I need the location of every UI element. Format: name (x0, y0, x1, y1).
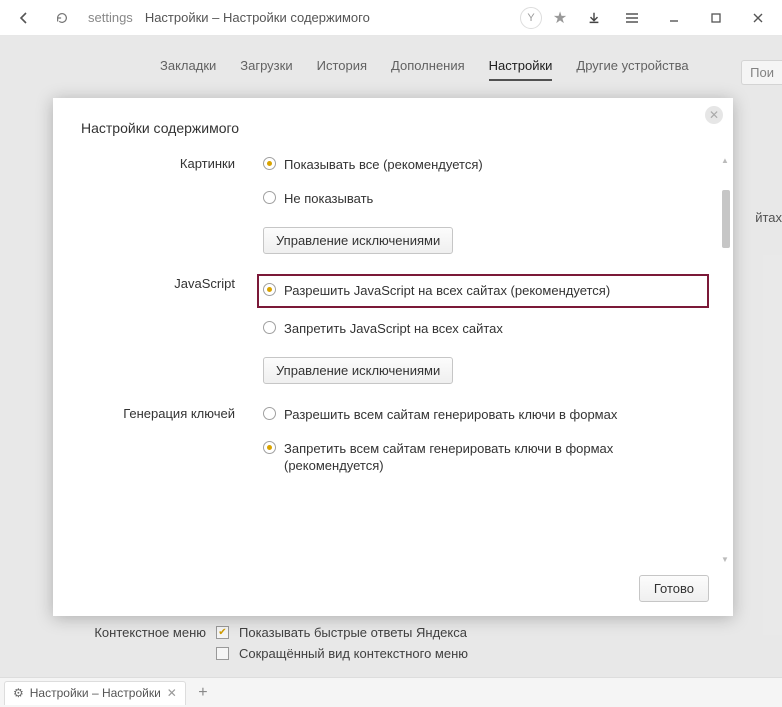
images-manage-exceptions-button[interactable]: Управление исключениями (263, 227, 453, 254)
section-images: Картинки Показывать все (рекомендуется) … (53, 154, 709, 254)
browser-titlebar: settings Настройки – Настройки содержимо… (0, 0, 782, 36)
menu-button[interactable] (612, 4, 652, 32)
tab-close-icon[interactable]: ✕ (167, 686, 177, 700)
radio-keygen-allow[interactable]: Разрешить всем сайтам генерировать ключи… (263, 404, 709, 426)
modal-footer: Готово (53, 565, 733, 616)
radio-icon (263, 407, 276, 420)
browser-tabstrip: ⚙ Настройки – Настройки ✕ + (0, 677, 782, 707)
radio-images-show-all[interactable]: Показывать все (рекомендуется) (263, 154, 709, 176)
radio-icon (263, 321, 276, 334)
scroll-up-icon[interactable]: ▲ (719, 154, 731, 166)
radio-js-allow[interactable]: Разрешить JavaScript на всех сайтах (рек… (263, 280, 701, 302)
browser-tab-title: Настройки – Настройки (30, 686, 161, 700)
section-keygen: Генерация ключей Разрешить всем сайтам г… (53, 404, 709, 489)
gear-icon: ⚙ (13, 686, 24, 700)
modal-close-button[interactable]: ✕ (705, 106, 723, 124)
url-prefix: settings (88, 10, 133, 25)
content-settings-modal: ✕ Настройки содержимого Картинки Показыв… (53, 98, 733, 616)
section-javascript: JavaScript Разрешить JavaScript на всех … (53, 274, 709, 384)
reload-button[interactable] (46, 4, 78, 32)
done-button[interactable]: Готово (639, 575, 709, 602)
highlighted-option: Разрешить JavaScript на всех сайтах (рек… (257, 274, 709, 308)
radio-icon (263, 191, 276, 204)
radio-icon (263, 283, 276, 296)
js-manage-exceptions-button[interactable]: Управление исключениями (263, 357, 453, 384)
section-javascript-label: JavaScript (53, 274, 263, 384)
browser-tab-active[interactable]: ⚙ Настройки – Настройки ✕ (4, 681, 186, 705)
radio-js-block[interactable]: Запретить JavaScript на всех сайтах (263, 318, 709, 340)
scroll-down-icon[interactable]: ▼ (719, 553, 731, 565)
downloads-button[interactable] (578, 4, 610, 32)
bookmark-star-icon[interactable]: ★ (544, 4, 576, 32)
modal-scrollbar[interactable]: ▲ ▼ (719, 154, 731, 565)
section-keygen-label: Генерация ключей (53, 404, 263, 489)
new-tab-button[interactable]: + (190, 682, 216, 704)
page-title-text: Настройки – Настройки содержимого (145, 10, 370, 25)
section-images-label: Картинки (53, 154, 263, 254)
address-bar[interactable]: settings Настройки – Настройки содержимо… (80, 4, 518, 32)
back-button[interactable] (4, 4, 44, 32)
scroll-thumb[interactable] (722, 190, 730, 248)
window-maximize-button[interactable] (696, 4, 736, 32)
modal-body: Картинки Показывать все (рекомендуется) … (53, 154, 733, 565)
radio-images-hide[interactable]: Не показывать (263, 188, 709, 210)
radio-icon (263, 441, 276, 454)
browser-badge-icon[interactable]: Y (520, 7, 542, 29)
window-minimize-button[interactable] (654, 4, 694, 32)
window-close-button[interactable] (738, 4, 778, 32)
radio-keygen-block[interactable]: Запретить всем сайтам генерировать ключи… (263, 438, 709, 477)
modal-title: Настройки содержимого (53, 98, 733, 154)
radio-icon (263, 157, 276, 170)
